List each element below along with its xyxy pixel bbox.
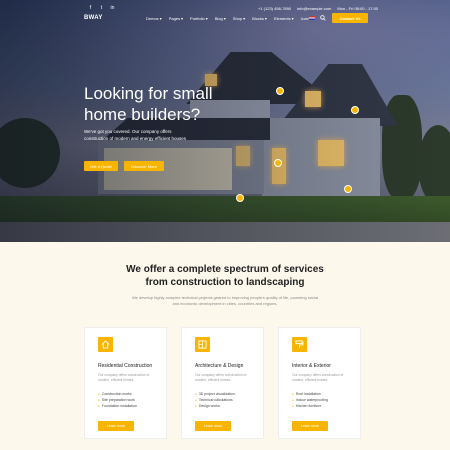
hotspot-pin-garden[interactable]: [344, 185, 352, 193]
hero-title: Looking for small home builders?: [84, 83, 274, 125]
menu-label: Elements: [273, 16, 291, 21]
email-text[interactable]: info@example.com: [297, 6, 331, 11]
card-title: Residential Construction: [98, 363, 153, 369]
hours-text: Mon - Fri 08:00 - 17:00: [337, 5, 379, 11]
hotspot-pin-door[interactable]: [274, 159, 282, 167]
chevron-down-icon: ▾: [223, 16, 226, 21]
card-title: Interior & Exterior: [292, 363, 331, 369]
learn-more-button[interactable]: Learn more: [195, 421, 231, 431]
contact-info: +1 (123) 456-7890 info@example.com Mon -…: [258, 4, 378, 12]
services-title: We offer a complete spectrum of services…: [90, 263, 360, 289]
hero-subtitle: We've got you covered. Our company offer…: [84, 129, 186, 141]
card-text: Our company offers construction of moder…: [292, 373, 344, 382]
services-title-line-1: We offer a complete spectrum of services: [126, 264, 324, 275]
navigation-bar: f t in +1 (123) 456-7890 info@example.co…: [0, 0, 450, 38]
house-icon: [98, 337, 113, 352]
social-links: f t in: [88, 4, 115, 12]
services-title-line-2: from construction to landscaping: [145, 277, 305, 288]
paint-roller-icon: [292, 337, 307, 352]
learn-more-button[interactable]: Learn more: [98, 421, 134, 431]
menu-item-elements[interactable]: Elements ▾: [274, 16, 294, 21]
card-feature-list: Roof installation Indoor waterproofing K…: [292, 391, 328, 409]
services-description: We develop highly complex technical proj…: [131, 295, 319, 306]
contact-us-button[interactable]: Contact Us: [332, 13, 368, 23]
main-menu: Demos ▾ Pages ▾ Portfolio ▾ Blog ▾ Shop ▾ Blo…: [146, 16, 313, 21]
menu-item-pages[interactable]: Pages ▾: [169, 16, 183, 21]
menu-label: Blocks: [252, 16, 264, 21]
language-flag-icon[interactable]: [309, 16, 315, 20]
service-card-residential: Residential Construction Our company off…: [84, 327, 167, 439]
list-item: Foundation installation: [98, 403, 137, 409]
menu-label: Pages: [168, 16, 181, 21]
hotspot-pin-lawn[interactable]: [236, 194, 244, 202]
chevron-down-icon: ▾: [243, 16, 246, 21]
menu-item-blocks[interactable]: Blocks ▾: [252, 16, 267, 21]
learn-more-button[interactable]: Learn more: [292, 421, 328, 431]
twitter-icon[interactable]: t: [99, 5, 104, 11]
menu-label: Portfolio: [190, 16, 205, 21]
card-title: Architecture & Design: [195, 363, 244, 369]
menu-item-blog[interactable]: Blog ▾: [215, 16, 226, 21]
hero-title-line-2: home builders?: [84, 105, 201, 124]
search-icon[interactable]: [320, 15, 326, 21]
card-feature-list: 3D project visualization Technical calcu…: [195, 391, 235, 409]
card-text: Our company offers construction of moder…: [195, 373, 247, 382]
menu-item-shop[interactable]: Shop ▾: [233, 16, 245, 21]
chevron-down-icon: ▾: [291, 16, 294, 21]
menu-label: Blog: [214, 16, 223, 21]
instagram-icon[interactable]: in: [110, 5, 115, 11]
service-card-interior: Interior & Exterior Our company offers c…: [278, 327, 361, 439]
chevron-down-icon: ▾: [264, 16, 267, 21]
chevron-down-icon: ▾: [159, 16, 162, 21]
card-text: Our company offers construction of moder…: [98, 373, 150, 382]
menu-label: Shop: [232, 16, 243, 21]
hero-title-line-1: Looking for small: [84, 84, 213, 103]
logo[interactable]: BWAY: [84, 15, 103, 21]
hotspot-pin-roof[interactable]: [276, 87, 284, 95]
list-item: Kitchen furniture: [292, 403, 328, 409]
get-a-quote-button[interactable]: Get a Quote: [84, 161, 118, 171]
hotspot-pin-window[interactable]: [351, 106, 359, 114]
chevron-down-icon: ▾: [181, 16, 184, 21]
service-card-architecture: Architecture & Design Our company offers…: [181, 327, 264, 439]
menu-label: Demos: [146, 16, 159, 21]
menu-item-portfolio[interactable]: Portfolio ▾: [190, 16, 208, 21]
discover-more-button[interactable]: Discover More: [124, 161, 164, 171]
list-item: Design works: [195, 403, 235, 409]
blueprint-icon: [195, 337, 210, 352]
facebook-icon[interactable]: f: [88, 5, 93, 11]
phone-text[interactable]: +1 (123) 456-7890: [258, 6, 291, 11]
menu-item-demos[interactable]: Demos ▾: [146, 16, 162, 21]
card-feature-list: Construction works Site preparation work…: [98, 391, 137, 409]
chevron-down-icon: ▾: [205, 16, 208, 21]
